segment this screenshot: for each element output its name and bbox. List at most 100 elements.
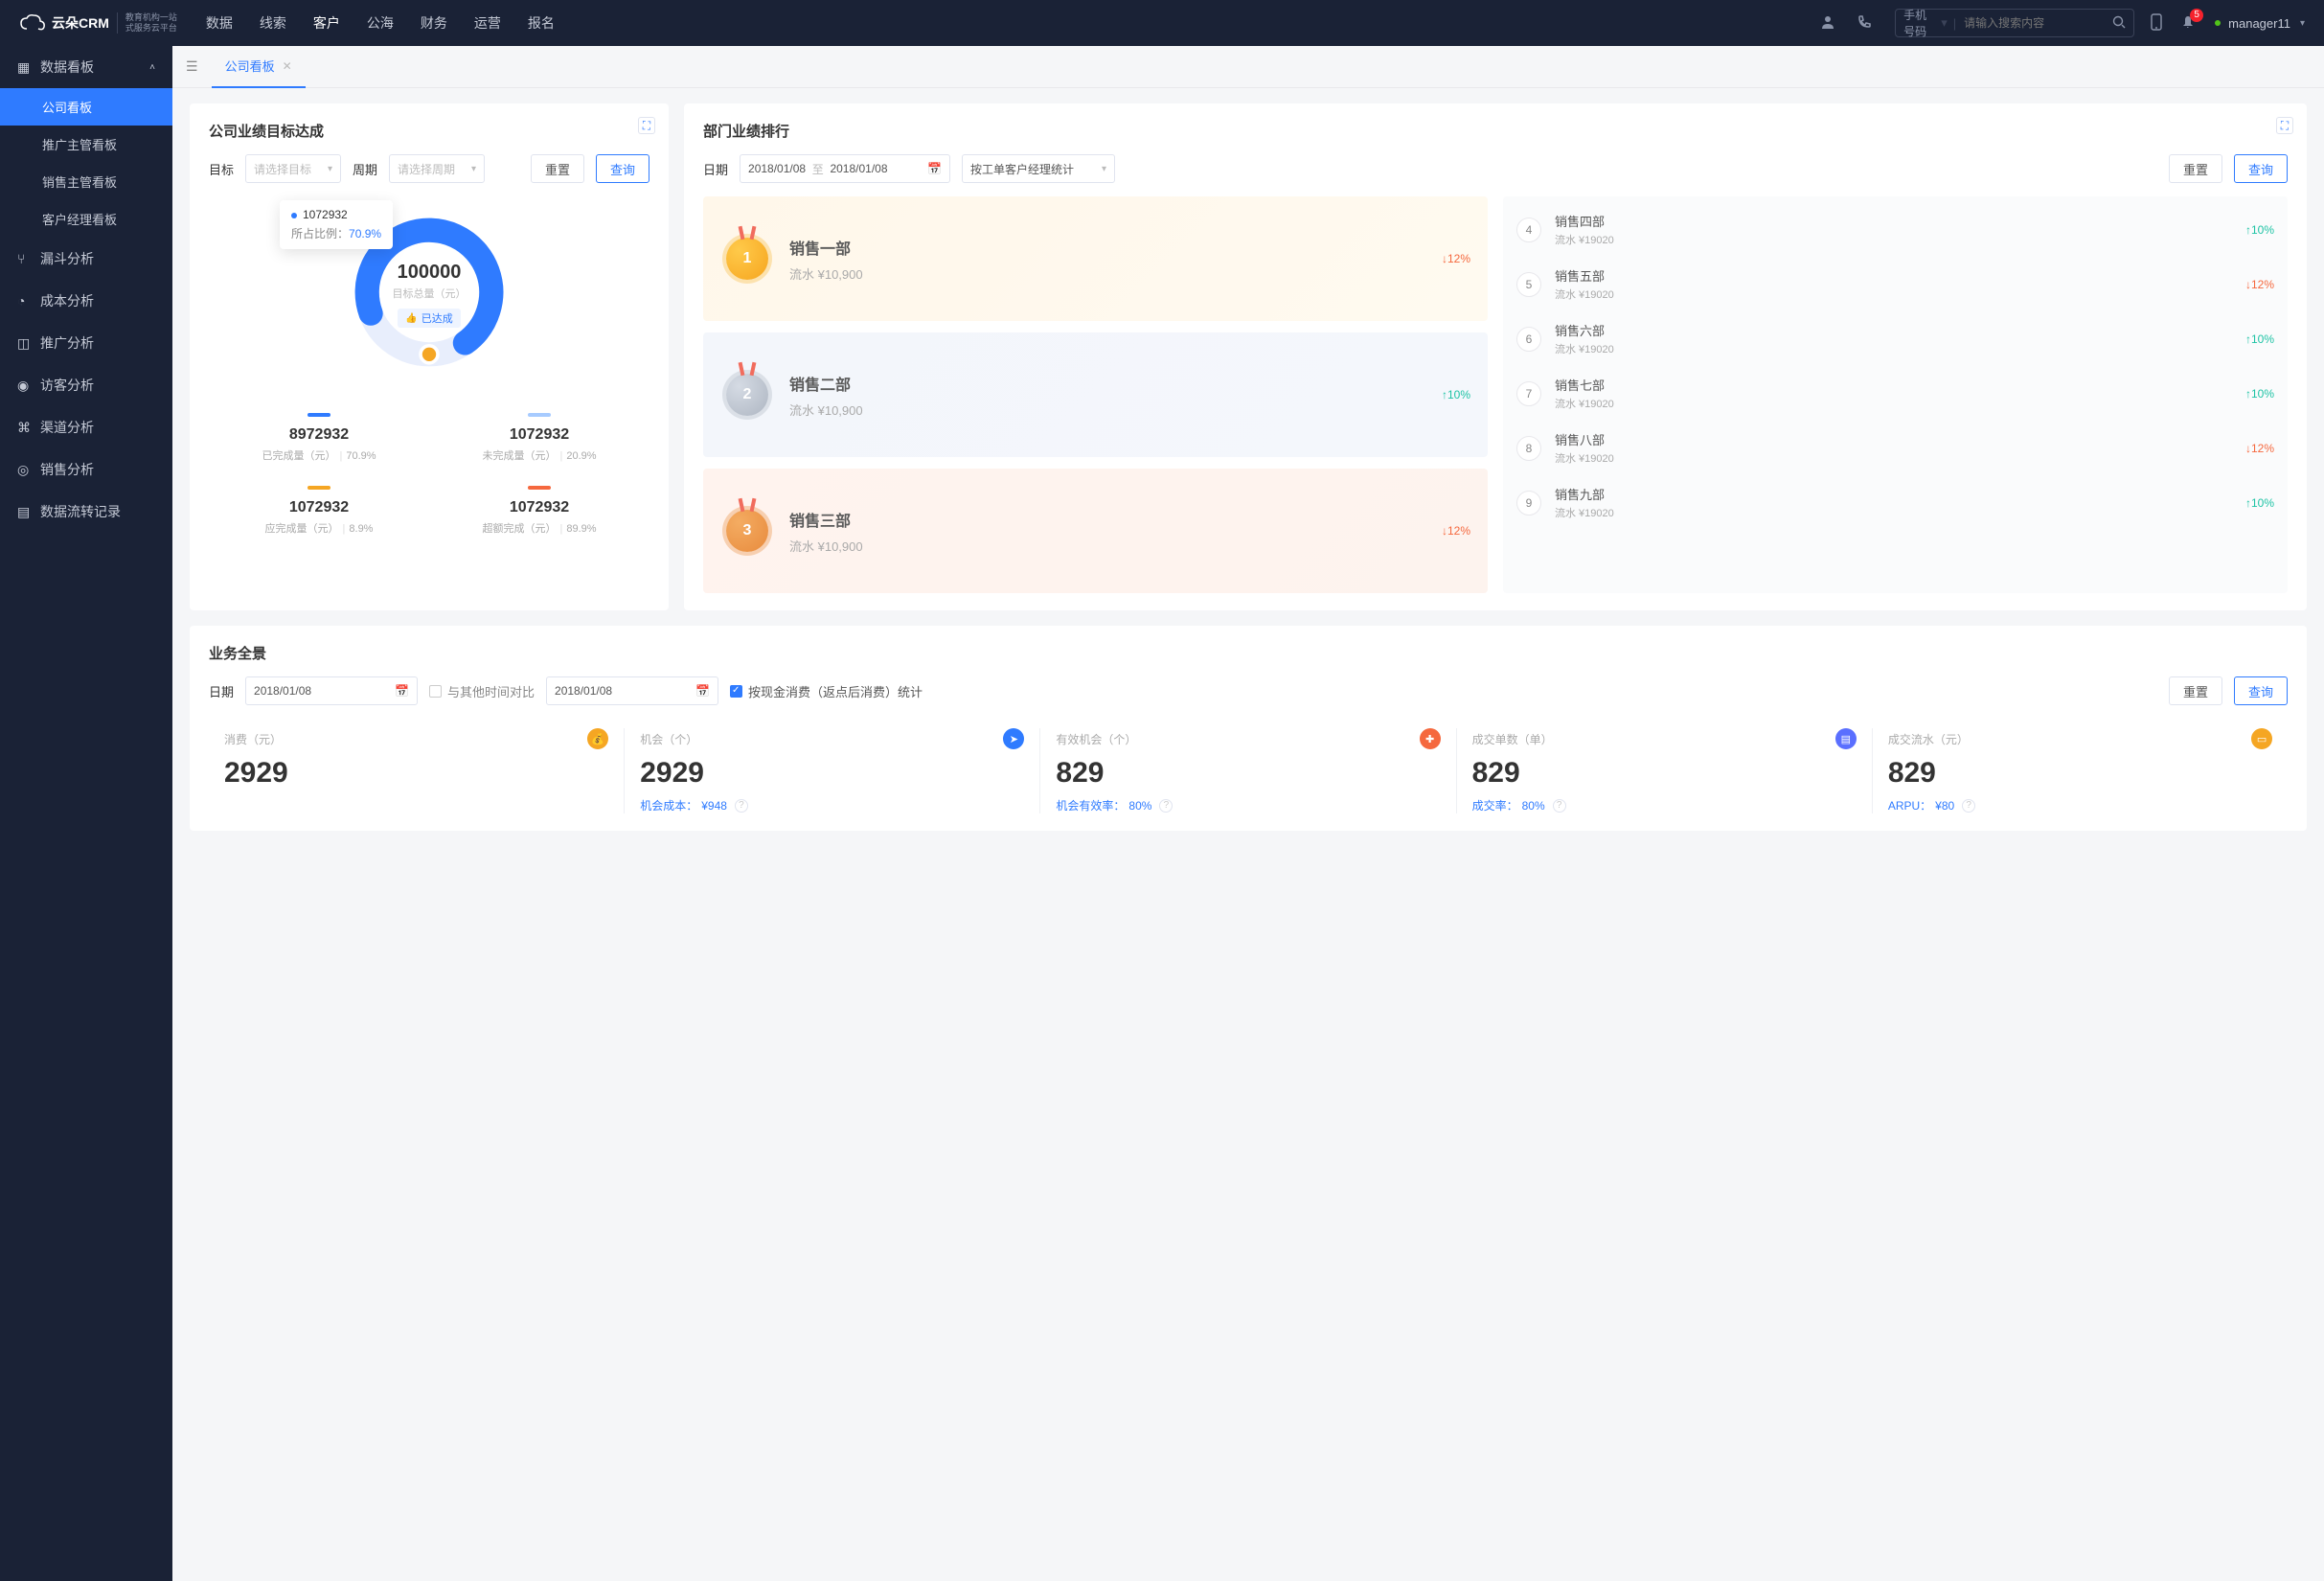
reset-button[interactable]: 重置 xyxy=(531,154,584,183)
donut-center: 100000 目标总量（元） 👍已达成 xyxy=(343,262,515,328)
rank-number: 5 xyxy=(1516,272,1541,297)
cloud-icon xyxy=(19,13,46,33)
stat-item: 1072932应完成量（元）|8.9% xyxy=(209,474,429,547)
metric-footer: 成交率：80%? xyxy=(1472,797,1857,813)
label-period: 周期 xyxy=(353,160,377,178)
target-card-title: 公司业绩目标达成 xyxy=(209,121,649,141)
sidebar-icon: ⑂ xyxy=(17,251,31,266)
tab-company-board[interactable]: 公司看板 ✕ xyxy=(212,46,306,88)
expand-icon[interactable]: ⛶ xyxy=(638,117,655,134)
tab-label: 公司看板 xyxy=(225,57,275,75)
metric-item: 有效机会（个）✚829机会有效率：80%? xyxy=(1040,728,1456,813)
sidebar-icon: ◫ xyxy=(17,335,31,352)
query-button[interactable]: 查询 xyxy=(2234,154,2288,183)
sidebar-item[interactable]: ▤数据流转记录 xyxy=(0,491,172,533)
user-menu[interactable]: manager11 ▾ xyxy=(2215,16,2305,31)
rank-row[interactable]: 6销售六部流水 ¥19020↑10% xyxy=(1503,311,2288,366)
global-search[interactable]: 手机号码 ▾ | xyxy=(1895,9,2134,37)
sidebar-icon: ◉ xyxy=(17,378,31,394)
query-button[interactable]: 查询 xyxy=(596,154,649,183)
help-icon[interactable]: ? xyxy=(1159,799,1173,813)
sidebar-icon: ◔ xyxy=(17,293,31,309)
label-date: 日期 xyxy=(209,682,234,700)
medal-icon: 1 xyxy=(720,232,774,286)
rank-top-item[interactable]: 3销售三部流水 ¥10,900↓12% xyxy=(703,469,1488,593)
chart-tooltip: 1072932 所占比例：70.9% xyxy=(280,200,393,249)
donut-chart: 1072932 所占比例：70.9% 100000 目标总量（元） 👍已达成 xyxy=(209,206,649,378)
sidebar-child[interactable]: 销售主管看板 xyxy=(0,163,172,200)
top-nav-item[interactable]: 线索 xyxy=(260,13,286,33)
close-icon[interactable]: ✕ xyxy=(283,59,292,73)
expand-icon[interactable]: ⛶ xyxy=(2276,117,2293,134)
rank-card: ⛶ 部门业绩排行 日期 2018/01/08 至 2018/01/08 📅 按工… xyxy=(684,103,2307,610)
sidebar-item[interactable]: ⌘渠道分析 xyxy=(0,406,172,448)
search-icon[interactable] xyxy=(2112,15,2126,32)
logo-text: 云朵CRM xyxy=(52,13,109,33)
reset-button[interactable]: 重置 xyxy=(2169,154,2222,183)
date-input-1[interactable]: 2018/01/08📅 xyxy=(245,676,418,705)
calendar-icon: 📅 xyxy=(395,684,409,698)
status-dot xyxy=(2215,20,2221,26)
top-nav-item[interactable]: 公海 xyxy=(367,13,394,33)
medal-icon: 3 xyxy=(720,504,774,558)
metric-footer: 机会成本：¥948? xyxy=(640,797,1024,813)
top-nav-item[interactable]: 财务 xyxy=(421,13,447,33)
sidebar-item[interactable]: ◎销售分析 xyxy=(0,448,172,491)
top-nav-item[interactable]: 数据 xyxy=(206,13,233,33)
stat-item: 1072932未完成量（元）|20.9% xyxy=(429,401,649,474)
sidebar-collapse-icon[interactable]: ☰ xyxy=(172,58,212,75)
help-icon[interactable]: ? xyxy=(735,799,748,813)
sidebar-item[interactable]: ◉访客分析 xyxy=(0,364,172,406)
top-nav-item[interactable]: 运营 xyxy=(474,13,501,33)
rank-number: 4 xyxy=(1516,218,1541,242)
user-name: manager11 xyxy=(2228,16,2290,31)
rank-number: 7 xyxy=(1516,381,1541,406)
rank-row[interactable]: 8销售八部流水 ¥19020↓12% xyxy=(1503,421,2288,475)
rank-row[interactable]: 7销售七部流水 ¥19020↑10% xyxy=(1503,366,2288,421)
metric-item: 成交单数（单）▤829成交率：80%? xyxy=(1457,728,1873,813)
rank-number: 6 xyxy=(1516,327,1541,352)
sidebar-child[interactable]: 推广主管看板 xyxy=(0,126,172,163)
sidebar-child[interactable]: 客户经理看板 xyxy=(0,200,172,238)
sidebar-item[interactable]: ◔成本分析 xyxy=(0,280,172,322)
rank-row[interactable]: 9销售九部流水 ¥19020↑10% xyxy=(1503,475,2288,530)
select-period[interactable]: 请选择周期▾ xyxy=(389,154,485,183)
sidebar-group-dashboard[interactable]: ▦ 数据看板 ˄ xyxy=(0,46,172,88)
compare-checkbox[interactable]: 与其他时间对比 xyxy=(429,682,535,700)
search-type-select[interactable]: 手机号码 xyxy=(1903,7,1935,39)
rank-top-item[interactable]: 1销售一部流水 ¥10,900↓12% xyxy=(703,196,1488,321)
rank-top-item[interactable]: 2销售二部流水 ¥10,900↑10% xyxy=(703,332,1488,457)
rank-card-title: 部门业绩排行 xyxy=(703,121,2288,141)
help-icon[interactable]: ? xyxy=(1962,799,1975,813)
notifications-icon[interactable]: 5 xyxy=(2180,14,2196,33)
select-target[interactable]: 请选择目标▾ xyxy=(245,154,341,183)
user-icon[interactable] xyxy=(1820,14,1835,33)
cash-checkbox[interactable]: 按现金消费（返点后消费）统计 xyxy=(730,682,923,700)
top-nav-item[interactable]: 客户 xyxy=(313,13,340,33)
sidebar: ▦ 数据看板 ˄ 公司看板推广主管看板销售主管看板客户经理看板 ⑂漏斗分析◔成本… xyxy=(0,46,172,1581)
rank-number: 8 xyxy=(1516,436,1541,461)
device-icon[interactable] xyxy=(2150,13,2163,34)
rank-row[interactable]: 4销售四部流水 ¥19020↑10% xyxy=(1503,202,2288,257)
query-button[interactable]: 查询 xyxy=(2234,676,2288,705)
date-input-2[interactable]: 2018/01/08📅 xyxy=(546,676,718,705)
phone-icon[interactable] xyxy=(1857,14,1872,33)
sidebar-child[interactable]: 公司看板 xyxy=(0,88,172,126)
rank-row[interactable]: 5销售五部流水 ¥19020↓12% xyxy=(1503,257,2288,311)
rank-number: 9 xyxy=(1516,491,1541,516)
metric-icon: ➤ xyxy=(1003,728,1024,749)
label-date: 日期 xyxy=(703,160,728,178)
metric-item: 机会（个）➤2929机会成本：¥948? xyxy=(625,728,1040,813)
help-icon[interactable]: ? xyxy=(1553,799,1566,813)
overview-title: 业务全景 xyxy=(209,643,2288,663)
select-stat-type[interactable]: 按工单客户经理统计▾ xyxy=(962,154,1115,183)
date-range-input[interactable]: 2018/01/08 至 2018/01/08 📅 xyxy=(740,154,950,183)
top-nav-item[interactable]: 报名 xyxy=(528,13,555,33)
reset-button[interactable]: 重置 xyxy=(2169,676,2222,705)
stat-item: 8972932已完成量（元）|70.9% xyxy=(209,401,429,474)
sidebar-item[interactable]: ◫推广分析 xyxy=(0,322,172,364)
sidebar-icon: ▤ xyxy=(17,504,31,520)
sidebar-item[interactable]: ⑂漏斗分析 xyxy=(0,238,172,280)
search-input[interactable] xyxy=(1964,16,2112,30)
achieved-tag: 👍已达成 xyxy=(398,309,460,328)
